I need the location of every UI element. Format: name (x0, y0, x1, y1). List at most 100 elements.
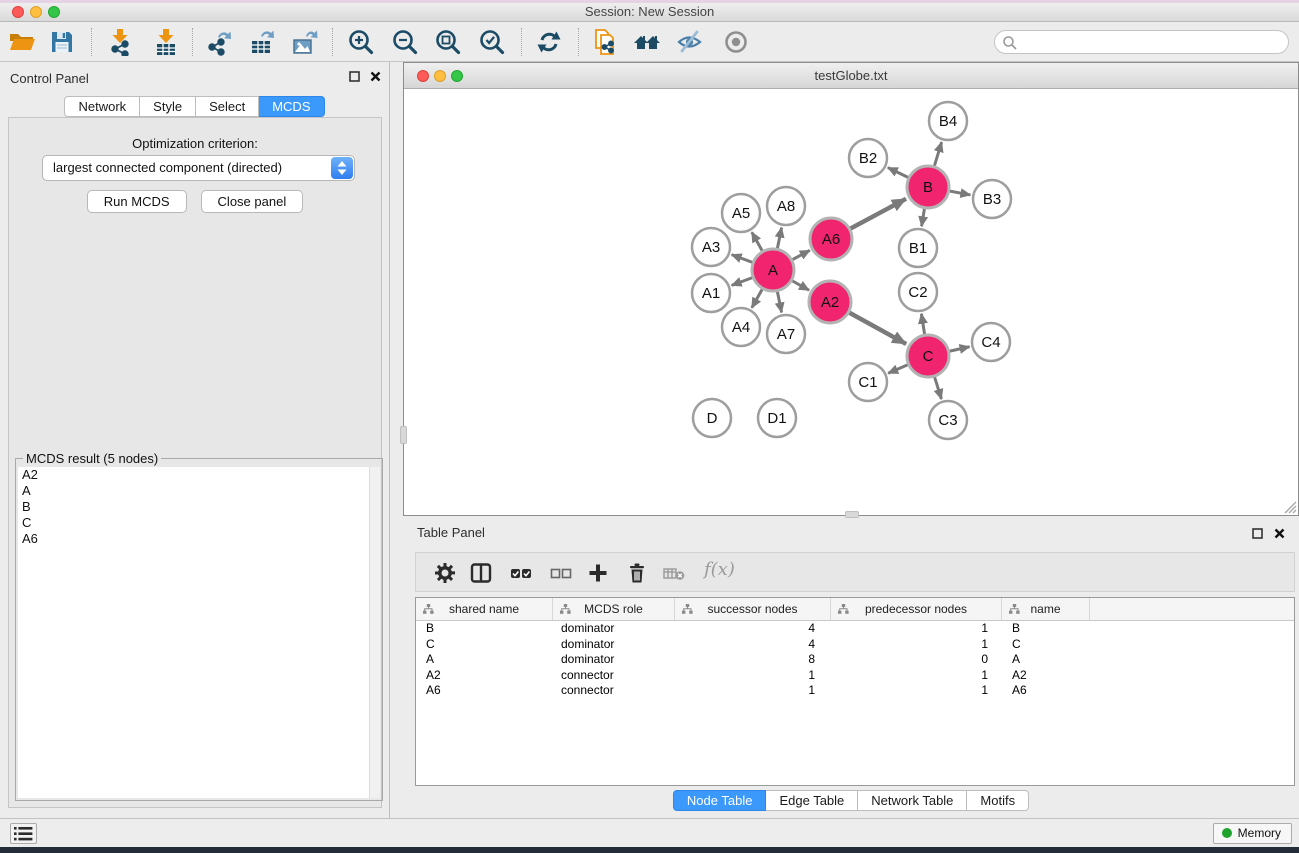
resize-corner[interactable] (1281, 498, 1297, 514)
vertical-split-grip[interactable] (400, 426, 407, 444)
tab-select[interactable]: Select (196, 96, 259, 117)
tab-network[interactable]: Network (64, 96, 140, 117)
select-all-icon[interactable] (510, 562, 532, 584)
graph-node-A6[interactable]: A6 (810, 218, 852, 260)
float-panel-icon[interactable] (349, 71, 360, 82)
graph-node-A1[interactable]: A1 (692, 274, 730, 312)
run-mcds-button[interactable]: Run MCDS (87, 190, 187, 213)
tab-mcds[interactable]: MCDS (259, 96, 324, 117)
graph-node-D1[interactable]: D1 (758, 399, 796, 437)
open-folder-icon[interactable] (8, 28, 36, 56)
cell-predecessor-nodes[interactable]: 1 (831, 668, 1002, 684)
cell-name[interactable]: A2 (1002, 668, 1090, 684)
cell-predecessor-nodes[interactable]: 0 (831, 652, 1002, 668)
cell-mcds-role[interactable]: dominator (553, 637, 675, 653)
cell-successor-nodes[interactable]: 4 (675, 621, 831, 637)
column-header-successor-nodes[interactable]: successor nodes (675, 598, 831, 620)
result-item-a2[interactable]: A2 (18, 467, 380, 483)
minimize-network-button[interactable] (434, 70, 446, 82)
column-header-name[interactable]: name (1002, 598, 1090, 620)
graph-node-A[interactable]: A (752, 249, 794, 291)
result-scrollbar[interactable] (369, 467, 380, 798)
home-icon[interactable] (633, 28, 661, 56)
export-network-icon[interactable] (205, 28, 233, 56)
close-table-panel-icon[interactable] (1274, 528, 1285, 539)
graph-node-C2[interactable]: C2 (899, 273, 937, 311)
graph-node-C1[interactable]: C1 (849, 363, 887, 401)
graph-node-B1[interactable]: B1 (899, 229, 937, 267)
import-table-icon[interactable] (152, 28, 180, 56)
gear-icon[interactable] (434, 562, 456, 584)
cell-mcds-role[interactable]: dominator (553, 621, 675, 637)
graph-node-A7[interactable]: A7 (767, 315, 805, 353)
column-header-shared-name[interactable]: shared name (416, 598, 553, 620)
cell-mcds-role[interactable]: dominator (553, 652, 675, 668)
cell-successor-nodes[interactable]: 8 (675, 652, 831, 668)
cell-shared-name[interactable]: A (416, 652, 553, 668)
add-column-icon[interactable] (587, 562, 609, 584)
result-item-b[interactable]: B (18, 499, 380, 515)
save-icon[interactable] (48, 28, 76, 56)
zoom-network-button[interactable] (451, 70, 463, 82)
graph-node-B2[interactable]: B2 (849, 139, 887, 177)
zoom-selected-icon[interactable] (478, 28, 506, 56)
result-item-c[interactable]: C (18, 515, 380, 531)
criterion-select[interactable]: largest connected component (directed) (42, 155, 355, 181)
delete-table-icon[interactable] (663, 562, 685, 584)
cell-predecessor-nodes[interactable]: 1 (831, 683, 1002, 699)
eye-slash-icon[interactable] (676, 28, 704, 56)
document-share-icon[interactable] (592, 28, 620, 56)
delete-icon[interactable] (626, 562, 648, 584)
column-view-icon[interactable] (470, 562, 492, 584)
graph-node-A8[interactable]: A8 (767, 187, 805, 225)
zoom-window-button[interactable] (48, 6, 60, 18)
zoom-out-icon[interactable] (391, 28, 419, 56)
search-input[interactable] (1021, 32, 1281, 52)
graph-node-D[interactable]: D (693, 399, 731, 437)
close-panel-button[interactable]: Close panel (201, 190, 304, 213)
export-table-icon[interactable] (248, 28, 276, 56)
eye-icon[interactable] (722, 28, 750, 56)
memory-button[interactable]: Memory (1213, 823, 1292, 844)
function-builder-icon[interactable]: f(x) (704, 559, 735, 580)
zoom-fit-icon[interactable] (434, 28, 462, 56)
table-row-c[interactable]: Cdominator41C (416, 637, 1294, 653)
zoom-in-icon[interactable] (347, 28, 375, 56)
table-tab-node-table[interactable]: Node Table (673, 790, 767, 811)
result-item-a6[interactable]: A6 (18, 531, 380, 547)
minimize-window-button[interactable] (30, 6, 42, 18)
import-network-icon[interactable] (106, 28, 134, 56)
cell-shared-name[interactable]: A6 (416, 683, 553, 699)
graph-node-C[interactable]: C (907, 335, 949, 377)
cell-successor-nodes[interactable]: 1 (675, 683, 831, 699)
cell-name[interactable]: A6 (1002, 683, 1090, 699)
cell-shared-name[interactable]: C (416, 637, 553, 653)
float-table-panel-icon[interactable] (1252, 528, 1263, 539)
table-row-a6[interactable]: A6connector11A6 (416, 683, 1294, 699)
tab-style[interactable]: Style (140, 96, 196, 117)
graph-node-A4[interactable]: A4 (722, 308, 760, 346)
table-tab-motifs[interactable]: Motifs (967, 790, 1029, 811)
network-window-titlebar[interactable]: testGlobe.txt (404, 63, 1298, 89)
graph-node-C4[interactable]: C4 (972, 323, 1010, 361)
column-header-mcds-role[interactable]: MCDS role (553, 598, 675, 620)
search-field[interactable] (994, 30, 1289, 54)
cell-name[interactable]: A (1002, 652, 1090, 668)
table-tab-edge-table[interactable]: Edge Table (766, 790, 858, 811)
graph-node-A2[interactable]: A2 (809, 281, 851, 323)
task-history-button[interactable] (10, 823, 37, 844)
cell-predecessor-nodes[interactable]: 1 (831, 637, 1002, 653)
column-header-predecessor-nodes[interactable]: predecessor nodes (831, 598, 1002, 620)
close-panel-icon[interactable] (370, 71, 381, 82)
cell-predecessor-nodes[interactable]: 1 (831, 621, 1002, 637)
cell-successor-nodes[interactable]: 1 (675, 668, 831, 684)
graph-node-C3[interactable]: C3 (929, 401, 967, 439)
deselect-all-icon[interactable] (550, 562, 572, 584)
close-window-button[interactable] (12, 6, 24, 18)
table-tab-network-table[interactable]: Network Table (858, 790, 967, 811)
graph-node-A3[interactable]: A3 (692, 228, 730, 266)
table-row-a2[interactable]: A2connector11A2 (416, 668, 1294, 684)
cell-successor-nodes[interactable]: 4 (675, 637, 831, 653)
graph-node-B3[interactable]: B3 (973, 180, 1011, 218)
close-network-button[interactable] (417, 70, 429, 82)
